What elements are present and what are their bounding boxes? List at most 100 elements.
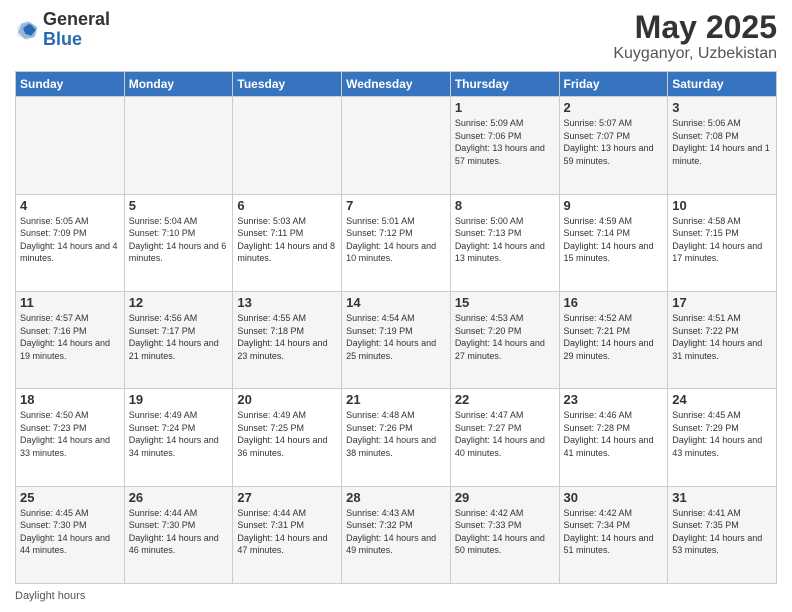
calendar-week-row: 11 Sunrise: 4:57 AMSunset: 7:16 PMDayligh… bbox=[16, 291, 777, 388]
calendar-cell: 13Sunrise: 4:55 AMSunset: 7:18 PMDayligh… bbox=[233, 291, 342, 388]
calendar-header-row: SundayMondayTuesdayWednesdayThursdayFrid… bbox=[16, 72, 777, 97]
calendar-header-tuesday: Tuesday bbox=[233, 72, 342, 97]
calendar-cell: 14 Sunrise: 4:54 AMSunset: 7:19 PMDayligh… bbox=[342, 291, 451, 388]
day-info: Sunrise: 5:00 AMSunset: 7:13 PMDaylight:… bbox=[455, 215, 555, 265]
page-title: May 2025 bbox=[613, 10, 777, 45]
calendar-cell: 29 Sunrise: 4:42 AMSunset: 7:33 PMDayligh… bbox=[450, 486, 559, 583]
calendar-header-friday: Friday bbox=[559, 72, 668, 97]
day-number: 17 bbox=[672, 295, 772, 310]
calendar-cell: 5Sunrise: 5:04 AMSunset: 7:10 PMDaylight… bbox=[124, 194, 233, 291]
title-block: May 2025 Kuyganyor, Uzbekistan bbox=[613, 10, 777, 63]
calendar-week-row: 1Sunrise: 5:09 AMSunset: 7:06 PMDaylight… bbox=[16, 97, 777, 194]
day-number: 6 bbox=[237, 198, 337, 213]
day-info: Sunrise: 5:06 AMSunset: 7:08 PMDaylight:… bbox=[672, 117, 772, 167]
calendar-cell: 7 Sunrise: 5:01 AMSunset: 7:12 PMDaylight… bbox=[342, 194, 451, 291]
day-number: 3 bbox=[672, 100, 772, 115]
day-info: Sunrise: 4:47 AMSunset: 7:27 PMDaylight:… bbox=[455, 409, 555, 459]
calendar-table: SundayMondayTuesdayWednesdayThursdayFrid… bbox=[15, 71, 777, 584]
day-info: Sunrise: 4:52 AMSunset: 7:21 PMDaylight:… bbox=[564, 312, 664, 362]
calendar-week-row: 18Sunrise: 4:50 AMSunset: 7:23 PMDayligh… bbox=[16, 389, 777, 486]
calendar-cell: 15 Sunrise: 4:53 AMSunset: 7:20 PMDayligh… bbox=[450, 291, 559, 388]
calendar-header-sunday: Sunday bbox=[16, 72, 125, 97]
day-info: Sunrise: 4:43 AMSunset: 7:32 PMDaylight:… bbox=[346, 507, 446, 557]
day-number: 7 bbox=[346, 198, 446, 213]
daylight-label: Daylight hours bbox=[15, 590, 85, 602]
calendar-week-row: 25 Sunrise: 4:45 AMSunset: 7:30 PMDayligh… bbox=[16, 486, 777, 583]
day-info: Sunrise: 4:56 AMSunset: 7:17 PMDaylight:… bbox=[129, 312, 229, 362]
calendar-cell: 8 Sunrise: 5:00 AMSunset: 7:13 PMDaylight… bbox=[450, 194, 559, 291]
calendar-cell: 10Sunrise: 4:58 AMSunset: 7:15 PMDayligh… bbox=[668, 194, 777, 291]
calendar-cell bbox=[233, 97, 342, 194]
calendar-cell: 3 Sunrise: 5:06 AMSunset: 7:08 PMDaylight… bbox=[668, 97, 777, 194]
day-number: 31 bbox=[672, 490, 772, 505]
day-number: 20 bbox=[237, 392, 337, 407]
day-number: 11 bbox=[20, 295, 120, 310]
day-number: 24 bbox=[672, 392, 772, 407]
day-number: 14 bbox=[346, 295, 446, 310]
day-number: 28 bbox=[346, 490, 446, 505]
day-number: 29 bbox=[455, 490, 555, 505]
calendar-cell: 21 Sunrise: 4:48 AMSunset: 7:26 PMDayligh… bbox=[342, 389, 451, 486]
day-info: Sunrise: 4:51 AMSunset: 7:22 PMDaylight:… bbox=[672, 312, 772, 362]
day-info: Sunrise: 5:05 AMSunset: 7:09 PMDaylight:… bbox=[20, 215, 120, 265]
day-info: Sunrise: 4:45 AMSunset: 7:30 PMDaylight:… bbox=[20, 507, 120, 557]
page: General Blue May 2025 Kuyganyor, Uzbekis… bbox=[0, 0, 792, 612]
calendar-header-monday: Monday bbox=[124, 72, 233, 97]
calendar-header-saturday: Saturday bbox=[668, 72, 777, 97]
logo-general-text: General bbox=[43, 9, 110, 29]
calendar-cell: 25 Sunrise: 4:45 AMSunset: 7:30 PMDayligh… bbox=[16, 486, 125, 583]
day-info: Sunrise: 4:58 AMSunset: 7:15 PMDaylight:… bbox=[672, 215, 772, 265]
calendar-cell: 6 Sunrise: 5:03 AMSunset: 7:11 PMDaylight… bbox=[233, 194, 342, 291]
day-info: Sunrise: 4:46 AMSunset: 7:28 PMDaylight:… bbox=[564, 409, 664, 459]
calendar-cell: 24Sunrise: 4:45 AMSunset: 7:29 PMDayligh… bbox=[668, 389, 777, 486]
day-info: Sunrise: 4:44 AMSunset: 7:31 PMDaylight:… bbox=[237, 507, 337, 557]
day-info: Sunrise: 4:42 AMSunset: 7:34 PMDaylight:… bbox=[564, 507, 664, 557]
day-info: Sunrise: 4:41 AMSunset: 7:35 PMDaylight:… bbox=[672, 507, 772, 557]
calendar-cell: 19Sunrise: 4:49 AMSunset: 7:24 PMDayligh… bbox=[124, 389, 233, 486]
day-info: Sunrise: 4:44 AMSunset: 7:30 PMDaylight:… bbox=[129, 507, 229, 557]
day-info: Sunrise: 5:03 AMSunset: 7:11 PMDaylight:… bbox=[237, 215, 337, 265]
day-number: 2 bbox=[564, 100, 664, 115]
calendar-header-thursday: Thursday bbox=[450, 72, 559, 97]
day-number: 8 bbox=[455, 198, 555, 213]
logo-icon bbox=[15, 18, 39, 42]
day-info: Sunrise: 4:59 AMSunset: 7:14 PMDaylight:… bbox=[564, 215, 664, 265]
day-info: Sunrise: 5:01 AMSunset: 7:12 PMDaylight:… bbox=[346, 215, 446, 265]
calendar-cell bbox=[342, 97, 451, 194]
day-info: Sunrise: 4:55 AMSunset: 7:18 PMDaylight:… bbox=[237, 312, 337, 362]
calendar-header-wednesday: Wednesday bbox=[342, 72, 451, 97]
day-number: 25 bbox=[20, 490, 120, 505]
day-number: 27 bbox=[237, 490, 337, 505]
calendar-cell: 23 Sunrise: 4:46 AMSunset: 7:28 PMDayligh… bbox=[559, 389, 668, 486]
calendar-cell: 9Sunrise: 4:59 AMSunset: 7:14 PMDaylight… bbox=[559, 194, 668, 291]
day-info: Sunrise: 4:53 AMSunset: 7:20 PMDaylight:… bbox=[455, 312, 555, 362]
page-subtitle: Kuyganyor, Uzbekistan bbox=[613, 45, 777, 63]
calendar-cell bbox=[124, 97, 233, 194]
day-info: Sunrise: 4:42 AMSunset: 7:33 PMDaylight:… bbox=[455, 507, 555, 557]
calendar-cell bbox=[16, 97, 125, 194]
day-number: 23 bbox=[564, 392, 664, 407]
calendar-cell: 12Sunrise: 4:56 AMSunset: 7:17 PMDayligh… bbox=[124, 291, 233, 388]
logo-text: General Blue bbox=[43, 10, 110, 50]
day-number: 5 bbox=[129, 198, 229, 213]
day-number: 21 bbox=[346, 392, 446, 407]
day-number: 19 bbox=[129, 392, 229, 407]
calendar-cell: 31 Sunrise: 4:41 AMSunset: 7:35 PMDayligh… bbox=[668, 486, 777, 583]
calendar-cell: 11 Sunrise: 4:57 AMSunset: 7:16 PMDayligh… bbox=[16, 291, 125, 388]
calendar-week-row: 4Sunrise: 5:05 AMSunset: 7:09 PMDaylight… bbox=[16, 194, 777, 291]
day-info: Sunrise: 4:54 AMSunset: 7:19 PMDaylight:… bbox=[346, 312, 446, 362]
day-number: 26 bbox=[129, 490, 229, 505]
day-info: Sunrise: 4:48 AMSunset: 7:26 PMDaylight:… bbox=[346, 409, 446, 459]
logo: General Blue bbox=[15, 10, 110, 50]
day-number: 18 bbox=[20, 392, 120, 407]
day-number: 16 bbox=[564, 295, 664, 310]
day-number: 15 bbox=[455, 295, 555, 310]
day-info: Sunrise: 4:57 AMSunset: 7:16 PMDaylight:… bbox=[20, 312, 120, 362]
day-number: 22 bbox=[455, 392, 555, 407]
day-info: Sunrise: 4:49 AMSunset: 7:25 PMDaylight:… bbox=[237, 409, 337, 459]
day-number: 1 bbox=[455, 100, 555, 115]
calendar-cell: 16 Sunrise: 4:52 AMSunset: 7:21 PMDayligh… bbox=[559, 291, 668, 388]
logo-blue-text: Blue bbox=[43, 29, 82, 49]
calendar-cell: 20 Sunrise: 4:49 AMSunset: 7:25 PMDayligh… bbox=[233, 389, 342, 486]
calendar-cell: 28 Sunrise: 4:43 AMSunset: 7:32 PMDayligh… bbox=[342, 486, 451, 583]
